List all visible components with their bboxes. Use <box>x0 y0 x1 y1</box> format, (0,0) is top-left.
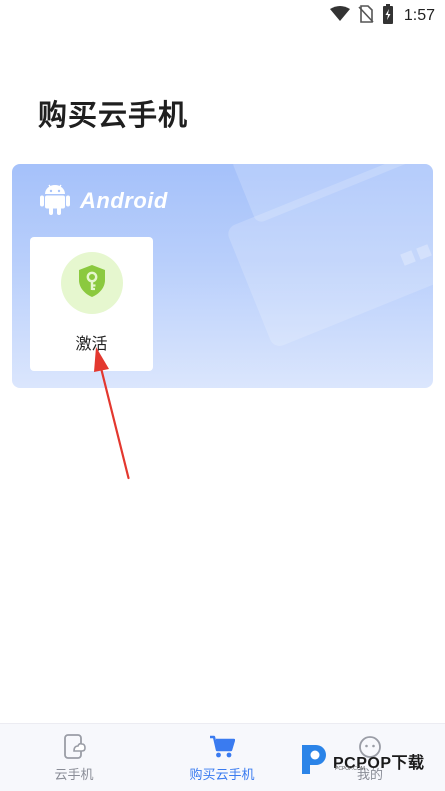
status-icons: 1:57 <box>329 4 435 28</box>
watermark: PCPOP下载 PCPOP.COM <box>299 742 425 780</box>
nav-item-cloud-phone[interactable]: 云手机 <box>44 724 104 791</box>
wifi-icon <box>329 6 350 26</box>
page-title: 购买云手机 <box>38 98 189 132</box>
android-brand: Android <box>40 182 168 220</box>
status-bar: 1:57 <box>0 0 445 32</box>
activate-label: 激活 <box>75 334 108 353</box>
status-time: 1:57 <box>403 7 435 24</box>
no-sim-icon <box>358 5 374 27</box>
activate-badge <box>61 252 123 314</box>
pcpop-logo-icon <box>299 742 329 780</box>
cart-icon <box>209 734 235 760</box>
nav-label-buy-cloud-phone: 购买云手机 <box>189 768 255 783</box>
android-brand-text: Android <box>80 188 168 213</box>
nav-item-buy-cloud-phone[interactable]: 购买云手机 <box>182 724 262 791</box>
nav-label-cloud-phone: 云手机 <box>54 768 94 783</box>
activate-tile[interactable]: 激活 <box>30 237 153 371</box>
shield-key-icon <box>77 264 107 302</box>
cloud-phone-icon <box>62 734 86 760</box>
watermark-subtext: PCPOP.COM <box>335 766 365 772</box>
android-robot-icon <box>40 182 70 220</box>
battery-charging-icon <box>382 4 394 28</box>
